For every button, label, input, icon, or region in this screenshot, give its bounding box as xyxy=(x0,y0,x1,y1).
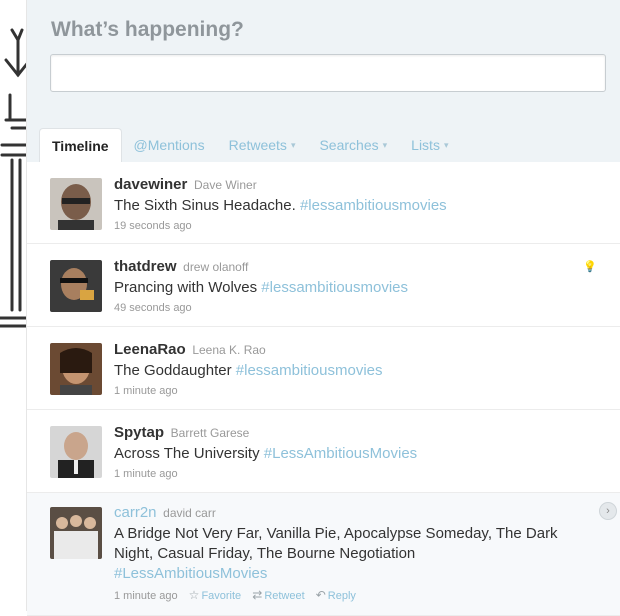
timestamp[interactable]: 1 minute ago xyxy=(114,590,178,602)
tweet-content: LeenaRao Leena K. Rao The Goddaughter #l… xyxy=(114,341,591,397)
favorite-button[interactable]: ☆ Favorite xyxy=(188,588,242,602)
tweet-content: thatdrew drew olanoff Prancing with Wolv… xyxy=(114,258,591,314)
tweet-text-body: The Sixth Sinus Headache. xyxy=(114,197,300,214)
tab-mentions-label: @Mentions xyxy=(133,137,205,153)
retweet-label: Retweet xyxy=(264,590,305,602)
retweet-icon: ⇄ xyxy=(252,588,263,602)
full-name: Barrett Garese xyxy=(170,426,250,440)
screen-name[interactable]: carr2n xyxy=(114,504,157,521)
avatar[interactable] xyxy=(50,507,102,559)
reply-icon: ↶ xyxy=(315,588,326,602)
hashtag-link[interactable]: #lessambitiousmovies xyxy=(236,362,383,379)
tab-retweets-label: Retweets xyxy=(228,137,287,153)
tweet-text: Across The University #LessAmbitiousMovi… xyxy=(114,444,591,464)
chevron-right-icon[interactable]: › xyxy=(599,502,617,520)
tweet-text: The Goddaughter #lessambitiousmovies xyxy=(114,361,591,381)
retweet-button[interactable]: ⇄ Retweet xyxy=(252,588,305,602)
chevron-down-icon: ▾ xyxy=(290,139,296,150)
compose-prompt: What’s happening? xyxy=(51,18,244,41)
tweet-text: A Bridge Not Very Far, Vanilla Pie, Apoc… xyxy=(114,524,591,584)
full-name: drew olanoff xyxy=(183,260,249,274)
favorite-label: Favorite xyxy=(201,590,242,602)
screen-name[interactable]: davewiner xyxy=(114,176,187,193)
timestamp[interactable]: 49 seconds ago xyxy=(114,302,192,314)
timestamp[interactable]: 1 minute ago xyxy=(114,385,178,397)
tab-lists[interactable]: Lists ▾ xyxy=(399,128,460,162)
tab-lists-label: Lists xyxy=(411,137,440,153)
chevron-down-icon: ▾ xyxy=(443,139,449,150)
tweet: davewiner Dave Winer The Sixth Sinus Hea… xyxy=(27,162,620,244)
tweet-text-body: The Goddaughter xyxy=(114,362,236,379)
tweet-content: Spytap Barrett Garese Across The Univers… xyxy=(114,424,591,480)
hashtag-link[interactable]: #LessAmbitiousMovies xyxy=(114,565,267,582)
tweet-content: davewiner Dave Winer The Sixth Sinus Hea… xyxy=(114,176,591,232)
reply-button[interactable]: ↶ Reply xyxy=(315,588,356,602)
tweet-text-body: Prancing with Wolves xyxy=(114,279,262,296)
main-panel: What’s happening? Timeline @Mentions Ret… xyxy=(26,0,620,616)
tweet-text: The Sixth Sinus Headache. #lessambitious… xyxy=(114,196,591,216)
tab-timeline[interactable]: Timeline xyxy=(39,128,122,162)
tweet: Spytap Barrett Garese Across The Univers… xyxy=(27,410,620,493)
avatar[interactable] xyxy=(50,178,102,230)
tweet-text-body: A Bridge Not Very Far, Vanilla Pie, Apoc… xyxy=(114,525,558,562)
timestamp[interactable]: 19 seconds ago xyxy=(114,220,192,232)
reply-label: Reply xyxy=(327,590,356,602)
tweet: LeenaRao Leena K. Rao The Goddaughter #l… xyxy=(27,327,620,410)
tweet-text: Prancing with Wolves #lessambitiousmovie… xyxy=(114,278,591,298)
lightbulb-icon: 💡 xyxy=(583,261,597,273)
full-name: Leena K. Rao xyxy=(192,343,266,357)
full-name: Dave Winer xyxy=(194,178,257,192)
hashtag-link[interactable]: #lessambitiousmovies xyxy=(261,279,408,296)
avatar[interactable] xyxy=(50,343,102,395)
tweet: carr2n david carr A Bridge Not Very Far,… xyxy=(27,493,620,616)
tweet-input[interactable] xyxy=(50,54,606,92)
tab-timeline-label: Timeline xyxy=(52,137,109,154)
compose-box: What’s happening? Timeline @Mentions Ret… xyxy=(27,0,620,162)
tab-mentions[interactable]: @Mentions xyxy=(122,128,217,162)
tab-retweets[interactable]: Retweets ▾ xyxy=(217,128,308,162)
avatar[interactable] xyxy=(50,426,102,478)
star-icon: ☆ xyxy=(188,588,200,602)
tab-searches[interactable]: Searches ▾ xyxy=(307,128,399,162)
timeline-tabs: Timeline @Mentions Retweets ▾ Searches ▾… xyxy=(39,128,460,162)
chevron-down-icon: ▾ xyxy=(382,139,388,150)
tweet: thatdrew drew olanoff Prancing with Wolv… xyxy=(27,244,620,327)
full-name: david carr xyxy=(163,506,216,520)
screen-name[interactable]: Spytap xyxy=(114,424,164,441)
hashtag-link[interactable]: #lessambitiousmovies xyxy=(300,197,447,214)
tweet-content: carr2n david carr A Bridge Not Very Far,… xyxy=(114,504,591,602)
tweet-text-body: Across The University xyxy=(114,445,264,462)
tab-searches-label: Searches xyxy=(319,137,379,153)
hashtag-link[interactable]: #LessAmbitiousMovies xyxy=(264,445,417,462)
timestamp[interactable]: 1 minute ago xyxy=(114,468,178,480)
avatar[interactable] xyxy=(50,260,102,312)
timeline: davewiner Dave Winer The Sixth Sinus Hea… xyxy=(27,162,620,616)
screen-name[interactable]: LeenaRao xyxy=(114,341,186,358)
screen-name[interactable]: thatdrew xyxy=(114,258,177,275)
